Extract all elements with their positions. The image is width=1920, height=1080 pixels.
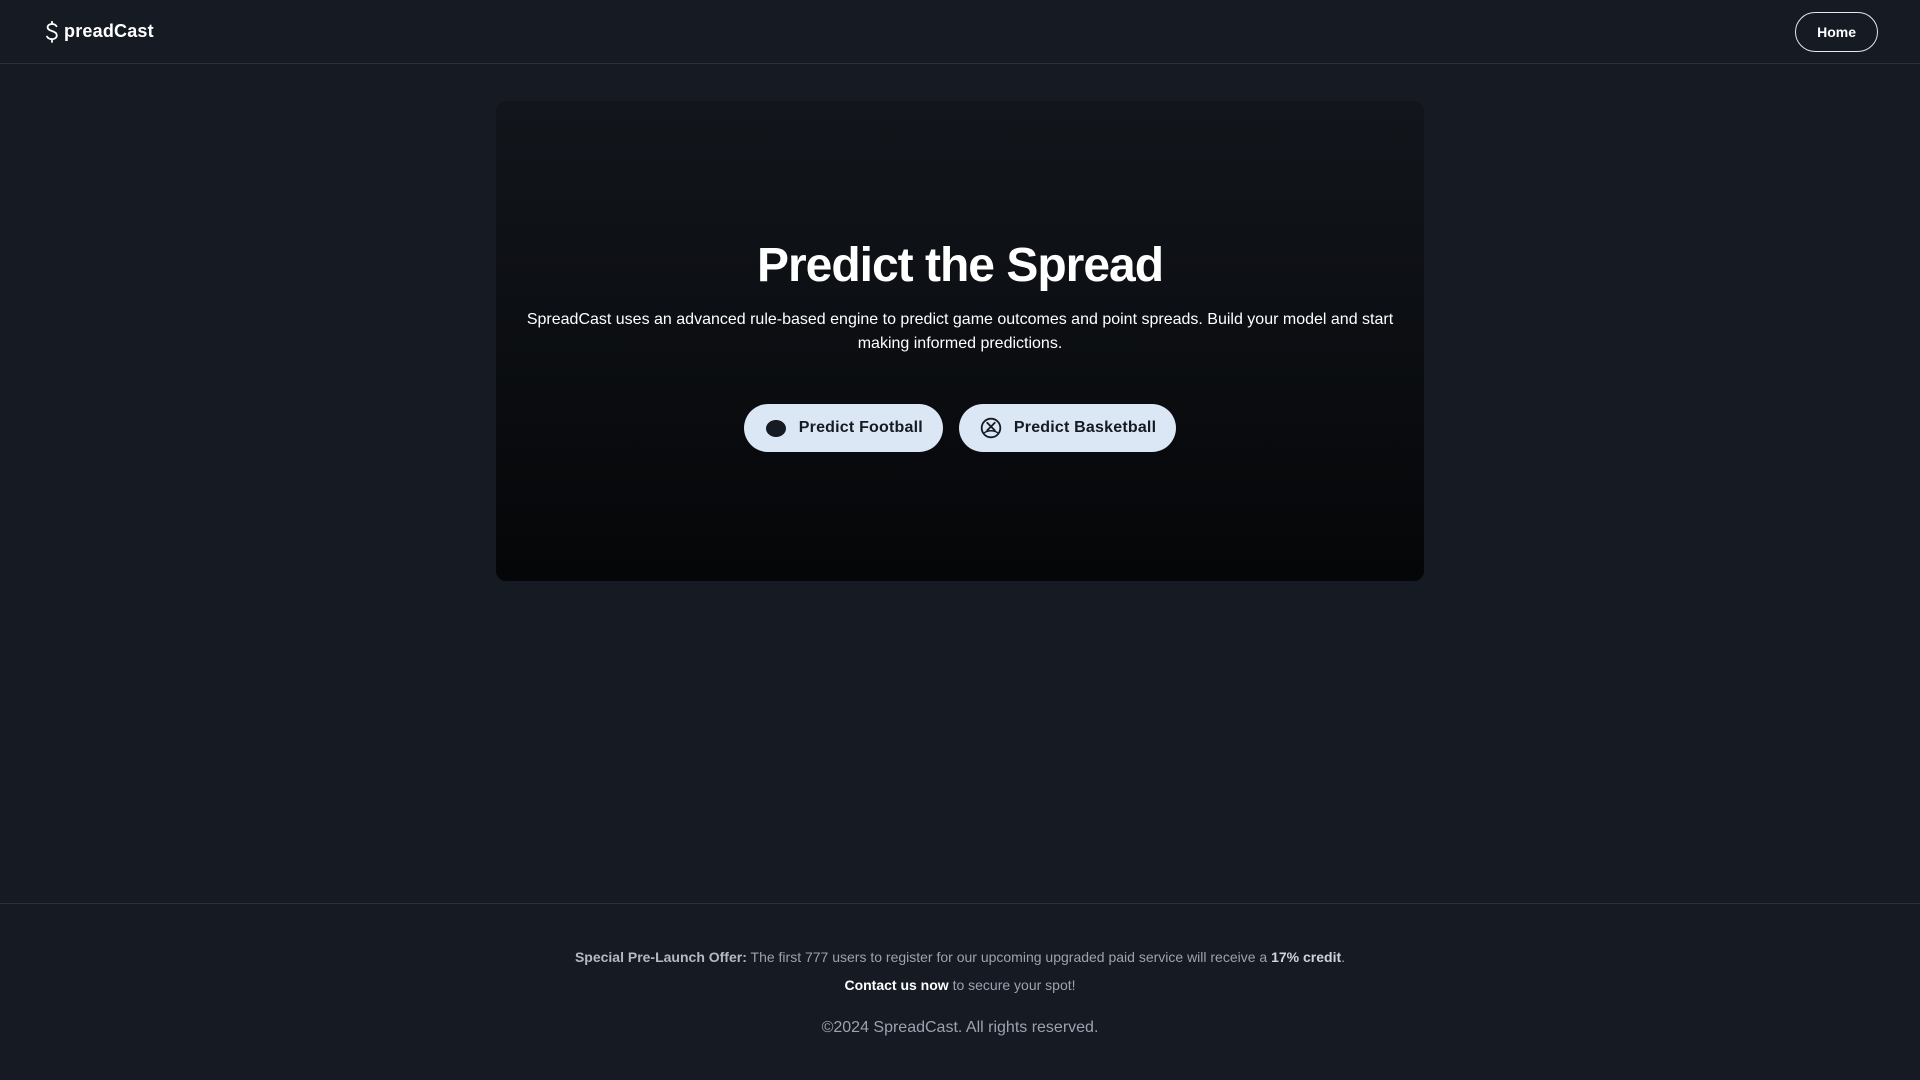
offer-text: The first 777 users to register for our … [746, 949, 1272, 965]
predict-football-button[interactable]: Predict Football [743, 404, 943, 452]
brand-name: preadCast [64, 21, 154, 41]
football-icon [765, 417, 787, 439]
offer-label: Special Pre-Launch Offer: [574, 949, 747, 965]
contact-text: to secure your spot! [948, 977, 1076, 993]
footer: Special Pre-Launch Offer: The first 777 … [0, 903, 1920, 1080]
offer-text-end: . [1341, 949, 1346, 965]
offer-credit: 17% credit [1271, 949, 1342, 965]
dollar-s-icon [44, 20, 60, 44]
predict-basketball-button[interactable]: Predict Basketball [958, 404, 1177, 452]
contact-line: Contact us now to secure your spot! [0, 974, 1920, 996]
brand-logo[interactable]: preadCast [44, 20, 154, 44]
basketball-icon [980, 417, 1002, 439]
predict-football-label: Predict Football [798, 419, 923, 436]
predict-basketball-label: Predict Basketball [1013, 419, 1157, 436]
home-button[interactable]: Home [1795, 11, 1878, 52]
hero-description: SpreadCast uses an advanced rule-based e… [526, 311, 1394, 352]
page-title: Predict the Spread [756, 239, 1164, 292]
copyright: ©2024 SpreadCast. All rights reserved. [821, 1019, 1099, 1036]
contact-us-link[interactable]: Contact us now [844, 977, 948, 993]
hero-actions: Predict Football Predict Basketball [743, 404, 1177, 452]
top-nav: preadCast Home [0, 0, 1920, 64]
hero-card: Predict the Spread SpreadCast uses an ad… [496, 101, 1424, 581]
pre-launch-offer: Special Pre-Launch Offer: The first 777 … [0, 946, 1920, 968]
